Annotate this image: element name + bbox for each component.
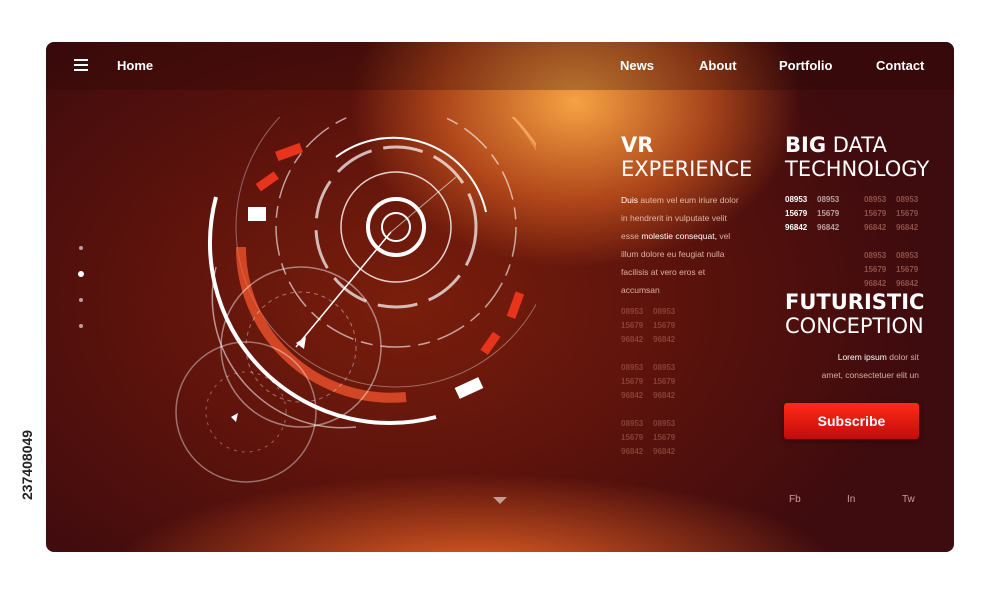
nav-contact[interactable]: Contact: [876, 58, 924, 73]
slide-dot-4[interactable]: [79, 324, 83, 328]
nav-portfolio[interactable]: Portfolio: [779, 58, 832, 73]
faded-number-grid-left: 08953 08953 15679 15679 96842 96842 08953 08…: [621, 307, 676, 456]
social-tw-link[interactable]: Tw: [902, 494, 915, 505]
scroll-down-icon[interactable]: [493, 497, 507, 504]
social-in-link[interactable]: In: [847, 494, 855, 505]
hud-circle-graphic: [175, 117, 536, 483]
number-grid-faded-right: 08953 08953 15679 15679 96842 96842 08953 08…: [864, 195, 919, 288]
bigdata-title: BIG DATA TECHNOLOGY: [785, 133, 930, 181]
subscribe-button[interactable]: Subscribe: [784, 403, 919, 439]
futuristic-title: FUTURISTIC CONCEPTION: [785, 290, 925, 338]
hamburger-icon[interactable]: [74, 59, 88, 71]
vr-paragraph: Duis autem vel eum iriure dolor in hendr…: [621, 195, 739, 295]
social-fb-link[interactable]: Fb: [789, 494, 801, 505]
nav-home[interactable]: Home: [117, 58, 153, 73]
top-navbar: Home News About Portfolio Contact: [46, 42, 954, 90]
nav-news[interactable]: News: [620, 58, 654, 73]
vr-title: VR EXPERIENCE: [621, 133, 753, 181]
slide-dot-3[interactable]: [79, 298, 83, 302]
slide-dot-1[interactable]: [79, 246, 83, 250]
number-grid-bright: 08953 08953 15679 15679 96842 96842: [785, 195, 840, 232]
hero-frame: Home News About Portfolio Contact VR EXP…: [46, 42, 954, 552]
futuristic-paragraph: Lorem ipsum dolor sit amet, consectetuer…: [821, 352, 919, 380]
slide-dot-2-active[interactable]: [78, 271, 84, 277]
nav-about[interactable]: About: [699, 58, 737, 73]
svg-text:237408049: 237408049: [19, 430, 35, 500]
stock-id-label: 237408049: [19, 430, 35, 500]
